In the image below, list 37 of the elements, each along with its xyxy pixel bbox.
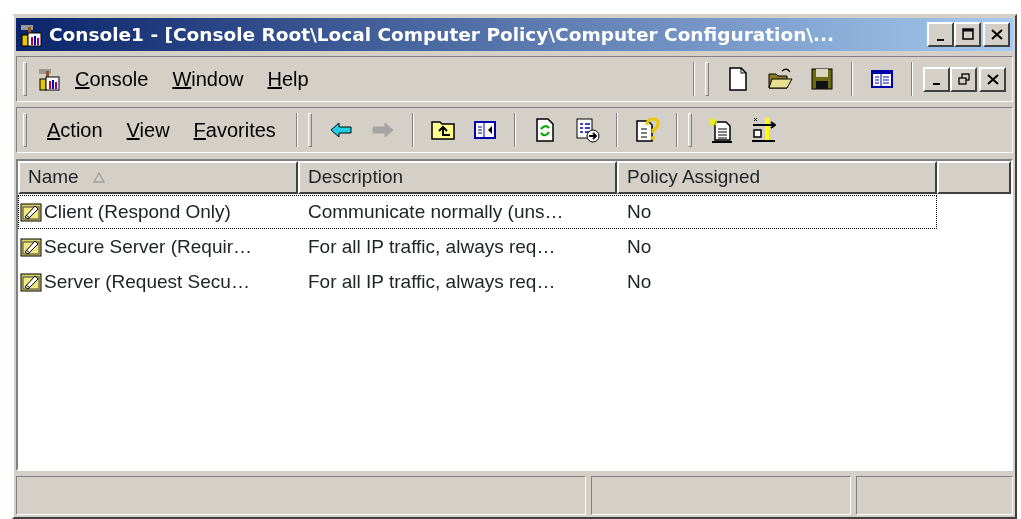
- maximize-icon: [960, 28, 975, 41]
- menu-item[interactable]: Favorites: [183, 113, 286, 147]
- item-name: Client (Respond Only): [44, 199, 231, 224]
- policy-icon: [20, 271, 42, 293]
- mdi-minimize-icon: [932, 83, 941, 85]
- minimize-button[interactable]: [927, 22, 954, 47]
- table-cell-text: For all IP traffic, always req…: [307, 269, 557, 294]
- mdi-close-button[interactable]: [979, 66, 1006, 92]
- menu-item[interactable]: Window: [162, 62, 254, 96]
- mdi-restore-icon: [956, 72, 971, 86]
- minimize-icon: [936, 38, 945, 41]
- column-header[interactable]: Name: [18, 161, 298, 194]
- policy-icon: [20, 236, 42, 258]
- item-name: Server (Request Secu…: [44, 269, 250, 294]
- menu-item[interactable]: Help: [257, 62, 319, 96]
- app-icon: [37, 67, 61, 91]
- close-icon: [989, 28, 1004, 41]
- table-cell-text: No: [626, 199, 653, 224]
- app-icon: [19, 22, 43, 47]
- column-header[interactable]: Description: [298, 161, 617, 194]
- column-header[interactable]: Policy Assigned: [617, 161, 937, 194]
- table-cell-text: Communicate normally (uns…: [307, 199, 565, 224]
- close-button[interactable]: [983, 22, 1010, 47]
- table-cell-text: No: [626, 234, 653, 259]
- maximize-button[interactable]: [954, 22, 981, 47]
- menu-item[interactable]: View: [116, 113, 180, 147]
- menu-item[interactable]: Action: [37, 113, 113, 147]
- menu-item[interactable]: Console: [65, 62, 159, 96]
- mdi-restore-button[interactable]: [950, 66, 977, 92]
- table-cell-text: No: [626, 269, 653, 294]
- mdi-close-icon: [985, 72, 1000, 86]
- table-cell-text: For all IP traffic, always req…: [307, 234, 557, 259]
- column-header[interactable]: [937, 161, 1011, 194]
- mdi-minimize-button[interactable]: [923, 66, 950, 92]
- window-title: Console1 - [Console Root\Local Computer Policy\Computer Configuration\...: [49, 22, 836, 47]
- policy-icon: [20, 201, 42, 223]
- item-name: Secure Server (Requir…: [44, 234, 253, 259]
